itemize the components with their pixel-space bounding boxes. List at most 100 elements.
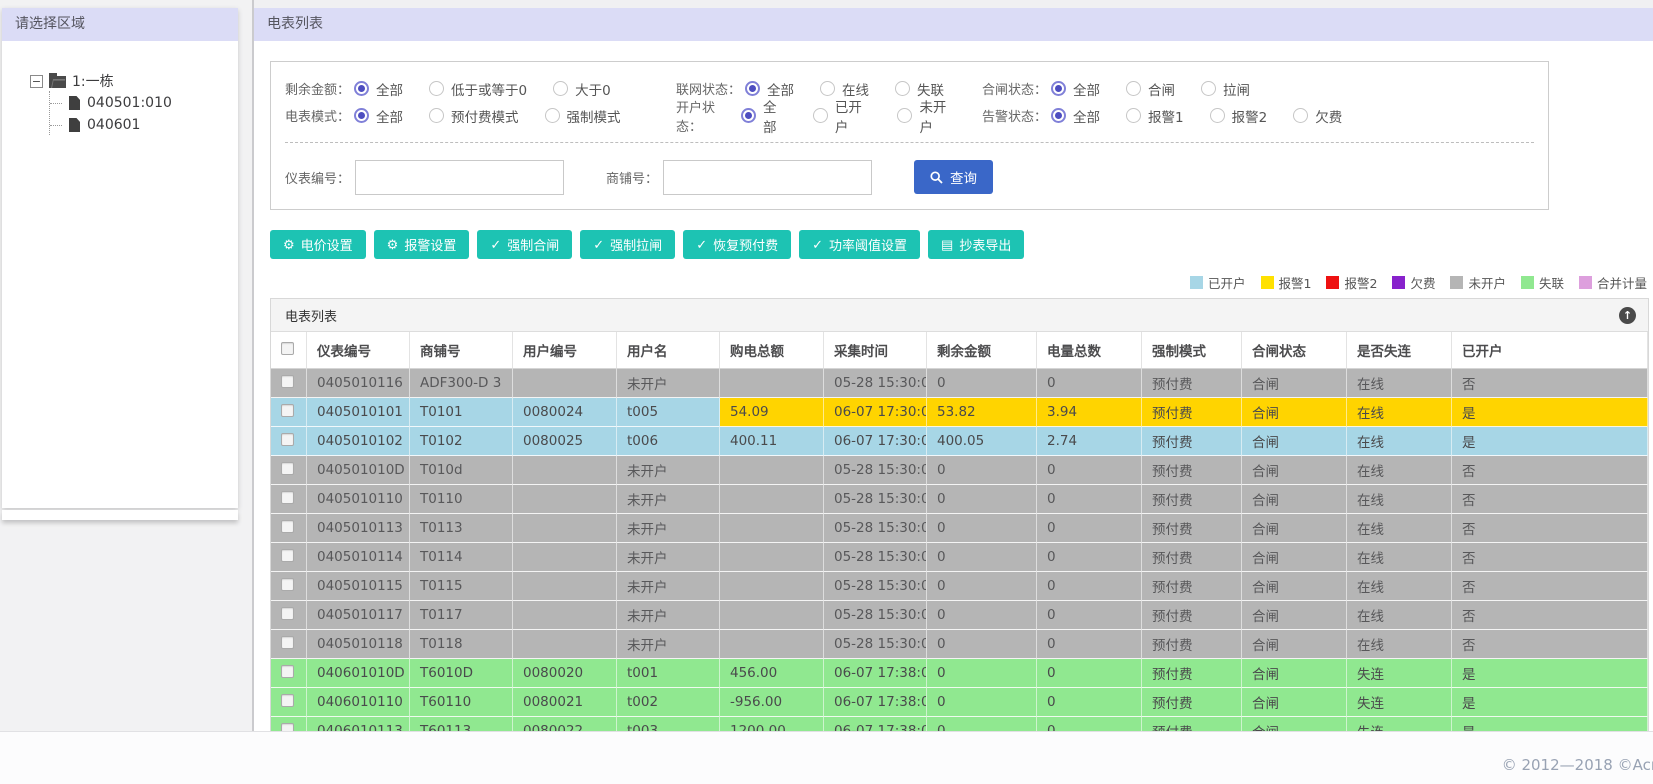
radio-icon[interactable] bbox=[553, 81, 569, 96]
sidebar-shadow bbox=[2, 510, 238, 520]
select-all-checkbox[interactable] bbox=[281, 341, 294, 355]
action-button[interactable]: ⚙ 报警设置 bbox=[373, 230, 470, 259]
row-checkbox[interactable] bbox=[281, 432, 294, 446]
table-row[interactable]: 0405010102 T0102 0080025 t006 400.11 06-07 17… bbox=[271, 427, 1648, 456]
radio-icon[interactable] bbox=[1051, 81, 1067, 96]
table-cell: 05-28 15:30:00 bbox=[824, 543, 927, 572]
row-checkbox[interactable] bbox=[281, 548, 294, 562]
legend-item: 报警1 bbox=[1260, 273, 1311, 292]
radio-option[interactable]: 报警2 bbox=[1209, 106, 1267, 126]
scroll-top-button[interactable]: ↑ bbox=[1619, 306, 1636, 324]
filter-label: 告警状态： bbox=[982, 110, 1048, 125]
radio-icon[interactable] bbox=[1126, 81, 1142, 96]
row-checkbox[interactable] bbox=[281, 577, 294, 591]
table-cell: ADF300-D 3 bbox=[410, 369, 513, 398]
table-cell: 预付费 bbox=[1142, 456, 1242, 485]
radio-option[interactable]: 欠费 bbox=[1293, 106, 1342, 126]
table-row[interactable]: 0405010114T0114未开户05-28 15:30:0000预付费合闸在… bbox=[271, 543, 1648, 572]
table-row[interactable]: 0405010113T0113未开户05-28 15:30:0000预付费合闸在… bbox=[271, 514, 1648, 543]
action-button[interactable]: ✓ 强制拉闸 bbox=[580, 230, 676, 259]
table-row[interactable]: 0406010110 T60110 0080021 t002 -956.00 06-07 … bbox=[271, 688, 1648, 717]
radio-option[interactable]: 未开户 bbox=[897, 96, 956, 136]
table-row[interactable]: 0405010101 T0101 0080024 t005 54.09 06-07 17:… bbox=[271, 398, 1648, 427]
table-row[interactable]: 040601010D T6010D 0080020 t001 456.00 06-07 1… bbox=[271, 659, 1648, 688]
row-checkbox[interactable] bbox=[281, 664, 294, 678]
radio-icon[interactable] bbox=[1201, 81, 1217, 96]
table-row[interactable]: 0405010118T0118未开户05-28 15:30:0000预付费合闸在… bbox=[271, 630, 1648, 659]
radio-icon[interactable] bbox=[429, 81, 445, 96]
tree-node-item[interactable]: 040501:010 bbox=[50, 91, 238, 113]
tree-node-label[interactable]: 040601 bbox=[87, 117, 140, 133]
row-checkbox[interactable] bbox=[281, 374, 294, 388]
row-checkbox-cell bbox=[271, 630, 307, 659]
row-checkbox[interactable] bbox=[281, 403, 294, 417]
radio-option[interactable]: 大于0 bbox=[553, 79, 611, 99]
table-cell: 0 bbox=[927, 456, 1037, 485]
row-checkbox[interactable] bbox=[281, 722, 294, 731]
row-checkbox[interactable] bbox=[281, 635, 294, 649]
action-button[interactable]: ✓ 功率阈值设置 bbox=[799, 230, 921, 259]
table-cell bbox=[513, 601, 617, 630]
radio-icon[interactable] bbox=[740, 108, 756, 123]
table-cell: 0 bbox=[1037, 456, 1142, 485]
table-cell: 在线 bbox=[1347, 543, 1452, 572]
tree-node-item[interactable]: 040601 bbox=[50, 113, 238, 135]
radio-option[interactable]: 已开户 bbox=[812, 96, 872, 136]
radio-icon[interactable] bbox=[544, 108, 560, 123]
action-button[interactable]: ▤ 抄表导出 bbox=[928, 230, 1025, 259]
meter-no-input[interactable] bbox=[355, 159, 565, 195]
radio-icon[interactable] bbox=[1293, 108, 1309, 123]
radio-option[interactable]: 全部 bbox=[354, 79, 403, 99]
tree-node-label[interactable]: 040501:010 bbox=[87, 95, 172, 111]
copyright-text: © 2012—2018 ©Acr bbox=[1501, 756, 1653, 774]
radio-option[interactable]: 低于或等于0 bbox=[429, 79, 527, 99]
radio-icon[interactable] bbox=[1051, 108, 1067, 123]
radio-icon[interactable] bbox=[354, 81, 370, 96]
radio-option[interactable]: 报警1 bbox=[1126, 106, 1184, 126]
query-button[interactable]: 查询 bbox=[914, 160, 994, 194]
table-row[interactable]: 0405010117T0117未开户05-28 15:30:0000预付费合闸在… bbox=[271, 601, 1648, 630]
radio-option[interactable]: 全部 bbox=[1051, 106, 1100, 126]
table-row[interactable]: 0405010116ADF300-D 3未开户05-28 15:30:0000预… bbox=[271, 369, 1648, 398]
radio-option[interactable]: 合闸 bbox=[1126, 79, 1175, 99]
actions-row: ⚙ 电价设置 ⚙ 报警设置 ✓ 强制合闸 ✓ 强制拉闸 ✓ 恢复预付费 ✓ 功率阈值设置 ▤ 抄表导出 bbox=[270, 230, 1653, 259]
radio-option[interactable]: 全部 bbox=[1051, 79, 1100, 99]
column-header: 购电总额 bbox=[720, 332, 824, 369]
radio-icon[interactable] bbox=[895, 81, 911, 96]
tree-collapse-icon[interactable]: − bbox=[30, 74, 43, 88]
action-button[interactable]: ✓ 恢复预付费 bbox=[683, 230, 792, 259]
table-row[interactable]: 0406010113 T60113 0080022 t003 1200.00 06-07 … bbox=[271, 717, 1648, 731]
radio-icon[interactable] bbox=[1126, 108, 1142, 123]
table-row[interactable]: 0405010110T0110未开户05-28 15:30:0000预付费合闸在… bbox=[271, 485, 1648, 514]
radio-icon[interactable] bbox=[897, 108, 913, 123]
action-button[interactable]: ✓ 强制合闸 bbox=[477, 230, 573, 259]
row-checkbox[interactable] bbox=[281, 490, 294, 504]
radio-icon[interactable] bbox=[1209, 108, 1225, 123]
legend-swatch bbox=[1326, 276, 1340, 289]
action-button[interactable]: ⚙ 电价设置 bbox=[270, 230, 366, 259]
shop-no-input[interactable] bbox=[663, 159, 873, 195]
table-row[interactable]: 0405010115T0115未开户05-28 15:30:0000预付费合闸在… bbox=[271, 572, 1648, 601]
radio-option[interactable]: 全部 bbox=[740, 96, 787, 136]
row-checkbox[interactable] bbox=[281, 606, 294, 620]
meter-table: 仪表编号 商铺号 用户编号 用户名 购电总额 采集时间 剩余金额 电量总数 强制模式 合闸状态 是否… bbox=[271, 332, 1648, 731]
tree-root-label[interactable]: 1:一栋 bbox=[72, 71, 114, 91]
table-row[interactable]: 040501010DT010d未开户05-28 15:30:0000预付费合闸在… bbox=[271, 456, 1648, 485]
main-content: 剩余金额： 全部 低于或等于0 大于0 联网状态： 全部 在线 失联 合闸状态： 全部 合闸 拉闸 电… bbox=[254, 41, 1653, 731]
radio-option-label: 全部 bbox=[1073, 82, 1101, 99]
radio-icon[interactable] bbox=[354, 108, 370, 123]
row-checkbox[interactable] bbox=[281, 461, 294, 475]
filter-label: 合闸状态： bbox=[982, 83, 1048, 98]
table-cell: 0 bbox=[1037, 572, 1142, 601]
radio-icon[interactable] bbox=[812, 108, 828, 123]
row-checkbox[interactable] bbox=[281, 693, 294, 707]
row-checkbox[interactable] bbox=[281, 519, 294, 533]
radio-option[interactable]: 拉闸 bbox=[1201, 79, 1250, 99]
radio-icon[interactable] bbox=[429, 108, 445, 123]
radio-option[interactable]: 预付费模式 bbox=[429, 106, 519, 126]
radio-icon[interactable] bbox=[820, 81, 836, 96]
radio-option[interactable]: 强制模式 bbox=[544, 106, 621, 126]
tree-root-node[interactable]: − 1:一栋 bbox=[30, 71, 238, 91]
radio-icon[interactable] bbox=[745, 81, 761, 96]
radio-option[interactable]: 全部 bbox=[354, 106, 403, 126]
